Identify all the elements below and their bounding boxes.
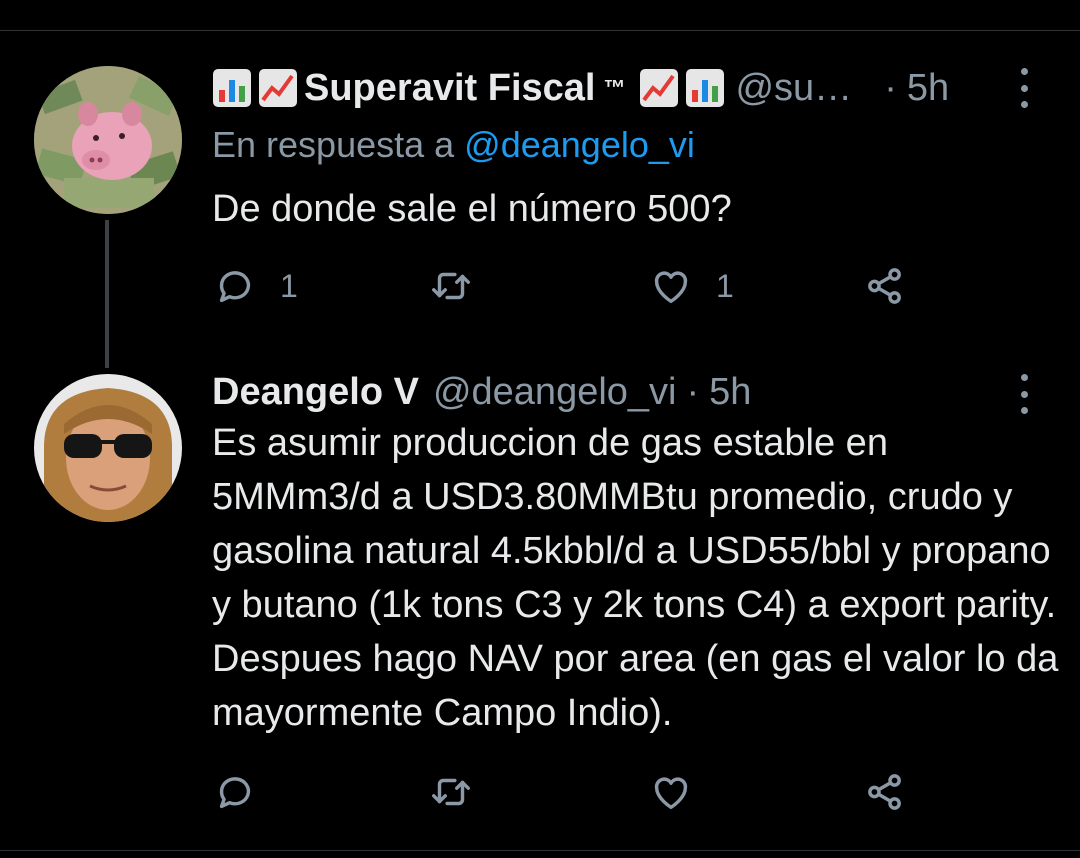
retweet-button[interactable]	[428, 262, 496, 310]
chart-increasing-emoji-icon	[258, 68, 298, 108]
trademark-symbol: ™	[603, 75, 626, 100]
share-icon	[868, 774, 901, 810]
timestamp[interactable]: 5h	[709, 371, 751, 414]
reply-context: En respuesta a @deangelo_vi	[212, 124, 695, 166]
handle[interactable]: @deangelo_vi	[433, 371, 677, 414]
reply-button[interactable]	[212, 768, 280, 816]
avatar[interactable]	[34, 374, 182, 522]
separator-dot: ·	[884, 66, 897, 109]
chart-increasing-emoji-icon	[639, 68, 679, 108]
retweet-button[interactable]	[428, 768, 496, 816]
reply-button[interactable]: 1	[212, 262, 298, 310]
like-count: 1	[716, 267, 734, 304]
share-icon	[868, 268, 901, 304]
tweet-actions	[212, 768, 912, 816]
reply-icon	[219, 271, 251, 303]
share-button[interactable]	[862, 768, 908, 816]
reply-prefix: En respuesta a	[212, 124, 455, 165]
tweet-text: Es asumir produccion de gas estable en 5…	[212, 422, 1059, 734]
more-options-icon[interactable]	[1016, 68, 1032, 108]
reply-count: 1	[280, 267, 298, 304]
tweet-header: Deangelo V @deangelo_vi · 5h	[212, 366, 751, 418]
display-name[interactable]: Deangelo V	[212, 371, 419, 414]
thread-connector-line	[105, 220, 109, 368]
top-divider	[0, 30, 1080, 31]
handle[interactable]: @su…	[735, 67, 852, 110]
heart-icon	[654, 777, 688, 810]
reply-mention-link[interactable]: @deangelo_vi	[464, 124, 695, 165]
timestamp[interactable]: 5h	[907, 67, 949, 110]
share-button[interactable]	[862, 262, 908, 310]
like-button[interactable]: 1	[648, 262, 734, 310]
reply-icon	[219, 777, 251, 809]
bar-chart-emoji-icon	[212, 68, 252, 108]
retweet-icon	[432, 272, 470, 300]
tweet-text: De donde sale el número 500?	[212, 188, 732, 230]
avatar[interactable]	[34, 66, 182, 214]
more-options-icon[interactable]	[1016, 374, 1032, 414]
separator-dot: ·	[686, 370, 700, 413]
retweet-icon	[432, 778, 470, 806]
heart-icon	[654, 271, 688, 304]
tweet-header: Superavit Fiscal ™ @su… · 5h	[212, 62, 949, 114]
bar-chart-emoji-icon	[685, 68, 725, 108]
display-name[interactable]: Superavit Fiscal	[304, 67, 595, 110]
like-button[interactable]	[648, 768, 716, 816]
bottom-divider	[0, 850, 1080, 851]
tweet-actions: 1 1	[212, 262, 912, 310]
